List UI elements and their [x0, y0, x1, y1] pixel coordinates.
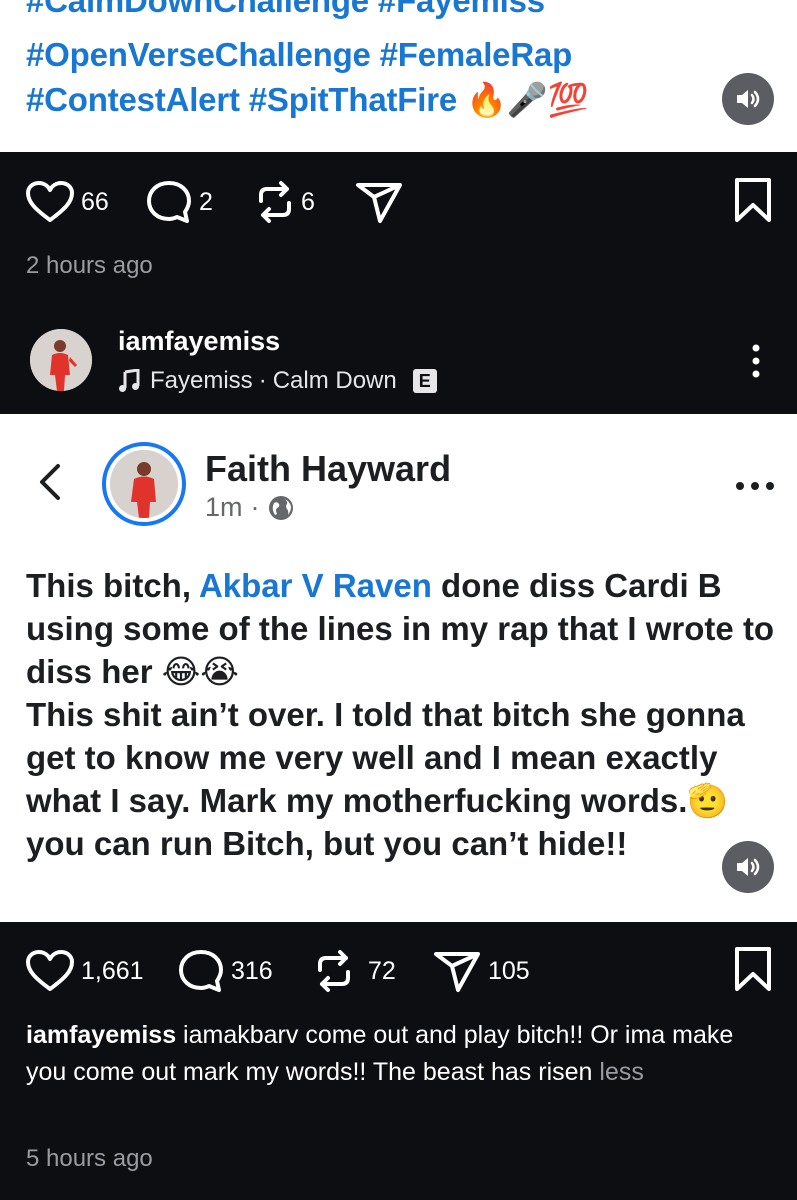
sound-toggle-button[interactable]: [722, 73, 774, 125]
post1-actions: 66 2 6: [0, 172, 797, 232]
username[interactable]: iamfayemiss: [118, 326, 280, 357]
hashtags-line-1: #OpenVerseChallenge #FemaleRap: [26, 36, 573, 73]
post-time: 1m: [205, 492, 243, 522]
repost-count: 72: [368, 956, 396, 985]
comment-count: 2: [199, 187, 213, 216]
like-count: 1,661: [81, 956, 144, 985]
like-button[interactable]: 1,661: [25, 941, 144, 1001]
show-less-link[interactable]: less: [599, 1058, 643, 1086]
audio-title: Calm Down: [272, 367, 397, 394]
explicit-badge: E: [412, 369, 437, 393]
hashtags-emojis: 🔥🎤💯: [465, 80, 589, 119]
repost-icon: [259, 181, 291, 223]
comment-icon: [179, 950, 223, 992]
post2-timestamp: 5 hours ago: [26, 1145, 153, 1172]
music-note-icon: [119, 369, 140, 392]
audio-separator: ·: [258, 367, 267, 394]
avatar[interactable]: [30, 329, 92, 391]
bookmark-button[interactable]: [733, 946, 773, 992]
share-button[interactable]: 105: [432, 941, 530, 1001]
like-button[interactable]: 66: [25, 172, 109, 232]
meta-separator: ·: [250, 492, 260, 522]
globe-icon: [268, 495, 293, 520]
bookmark-icon: [735, 947, 771, 991]
profile-name: Faith Hayward: [205, 448, 452, 489]
like-count: 66: [81, 187, 109, 216]
share-icon: [356, 183, 402, 223]
back-button[interactable]: [36, 462, 62, 507]
sound-toggle-button[interactable]: [722, 841, 774, 893]
more-icon: [736, 482, 774, 490]
more-icon: [752, 344, 760, 378]
post2-caption: iamfayemiss iamakbarv come out and play …: [26, 1017, 776, 1091]
post-more-button[interactable]: [735, 478, 775, 496]
post1-timestamp: 2 hours ago: [26, 252, 153, 279]
audio-artist: Fayemiss: [150, 367, 253, 394]
repost-icon: [318, 950, 350, 992]
sound-icon: [737, 90, 760, 108]
heart-icon: [26, 950, 74, 991]
profile-avatar[interactable]: [102, 442, 186, 526]
share-button[interactable]: [354, 172, 404, 232]
post2-actions: 1,661 316 72 105: [0, 941, 797, 1001]
share-count: 105: [488, 956, 530, 985]
post-body-text: This bitch,: [26, 567, 199, 604]
post1-media[interactable]: #CalmDownChallenge #Fayemiss #OpenVerseC…: [0, 0, 797, 152]
share-icon: [434, 952, 480, 992]
back-icon: [40, 464, 60, 500]
post-body-paragraph-1: This bitch, Akbar V Raven done diss Card…: [26, 564, 786, 693]
bookmark-button[interactable]: [733, 177, 773, 223]
heart-icon: [26, 181, 74, 222]
comment-button[interactable]: 316: [177, 941, 273, 1001]
post-body-paragraph-2: This shit ain’t over. I told that bitch …: [26, 696, 745, 862]
hashtags-line-0: #CalmDownChallenge #Fayemiss: [26, 0, 545, 19]
comment-button[interactable]: 2: [145, 172, 213, 232]
repost-count: 6: [301, 187, 315, 216]
more-options-button[interactable]: [748, 343, 764, 379]
post-body: This bitch, Akbar V Raven done diss Card…: [26, 564, 786, 865]
comment-icon: [147, 181, 191, 223]
hashtags-line-2: #ContestAlert #SpitThatFire 🔥🎤💯: [26, 80, 589, 120]
tagged-user-link[interactable]: Akbar V Raven: [199, 567, 432, 604]
post2-media[interactable]: Faith Hayward 1m · This bitch, Akbar V R…: [0, 414, 797, 922]
repost-button[interactable]: 72: [314, 941, 396, 1001]
hashtags-line-2-text: #ContestAlert #SpitThatFire: [26, 81, 457, 118]
caption-username[interactable]: iamfayemiss: [26, 1021, 176, 1049]
post-meta: 1m ·: [205, 492, 294, 523]
repost-button[interactable]: 6: [255, 172, 315, 232]
comment-count: 316: [231, 956, 273, 985]
sound-icon: [737, 858, 760, 876]
bookmark-icon: [735, 178, 771, 222]
audio-attribution[interactable]: Fayemiss · Calm Down E: [118, 367, 437, 395]
